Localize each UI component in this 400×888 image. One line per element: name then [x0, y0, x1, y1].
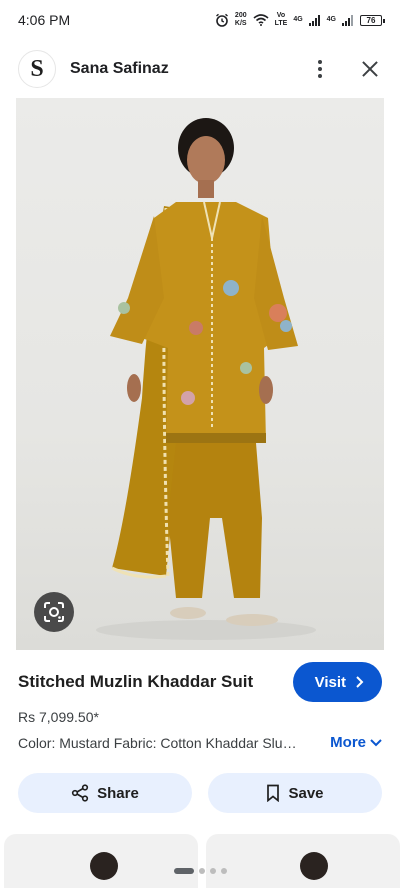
battery-level: 76 [366, 15, 376, 25]
network-label-1: 4G [293, 16, 303, 23]
speed-value: 200 [234, 12, 247, 19]
speed-unit: K/S [234, 20, 247, 27]
signal-icon [308, 14, 320, 26]
save-label: Save [288, 784, 324, 802]
source-header: S Sana Safinaz [0, 40, 400, 98]
related-thumbnail [300, 852, 328, 880]
volte-top: Vo [276, 12, 286, 19]
indicator-dot [198, 868, 205, 874]
close-icon[interactable] [358, 57, 382, 81]
indicator-dot [220, 868, 227, 874]
site-name[interactable]: Sana Safinaz [70, 60, 308, 78]
save-button[interactable]: Save [208, 773, 382, 813]
visit-label: Visit [314, 673, 346, 691]
lens-icon[interactable] [34, 592, 74, 632]
site-logo[interactable]: S [18, 50, 56, 88]
volte-bottom: LTE [274, 20, 288, 27]
action-buttons: Share Save [18, 773, 382, 813]
related-results [0, 834, 400, 888]
status-bar: 4:06 PM 200 K/S Vo LTE 4G 4G 76 [0, 0, 400, 40]
more-button[interactable]: More [330, 734, 382, 751]
logo-letter: S [30, 55, 44, 82]
network-speed: 200 K/S [235, 12, 247, 28]
share-label: Share [97, 784, 139, 802]
chevron-right-icon [356, 676, 364, 688]
lens-glyph [44, 602, 64, 622]
status-time: 4:06 PM [18, 12, 71, 28]
battery-icon: 76 [360, 14, 385, 26]
related-card[interactable] [206, 834, 400, 888]
network-label-2: 4G [326, 16, 336, 23]
indicator-dot [209, 868, 216, 874]
share-icon [72, 784, 89, 802]
product-image[interactable] [16, 98, 384, 650]
alarm-icon [215, 13, 228, 27]
product-title-row: Stitched Muzlin Khaddar Suit Visit [18, 662, 382, 702]
share-button[interactable]: Share [18, 773, 192, 813]
product-description: Color: Mustard Fabric: Cotton Khaddar Sl… [18, 734, 297, 751]
more-label: More [330, 734, 366, 751]
indicator-dot-active [173, 868, 194, 874]
description-row: Color: Mustard Fabric: Cotton Khaddar Sl… [18, 734, 382, 751]
status-icons: 200 K/S Vo LTE 4G 4G 76 [215, 12, 385, 28]
page-indicator [0, 868, 400, 874]
visit-button[interactable]: Visit [292, 662, 382, 702]
related-card[interactable] [4, 834, 198, 888]
product-title: Stitched Muzlin Khaddar Suit [18, 672, 254, 691]
more-vert-icon[interactable] [308, 57, 332, 81]
related-thumbnail [90, 852, 118, 880]
product-price: Rs 7,099.50* [18, 709, 99, 725]
wifi-icon [253, 14, 269, 26]
product-image-area [0, 98, 400, 650]
chevron-down-icon [370, 738, 382, 746]
signal-icon-2 [342, 14, 353, 26]
model-illustration [96, 118, 316, 640]
volte-indicator: Vo LTE [275, 12, 288, 28]
bookmark-icon [267, 784, 280, 802]
